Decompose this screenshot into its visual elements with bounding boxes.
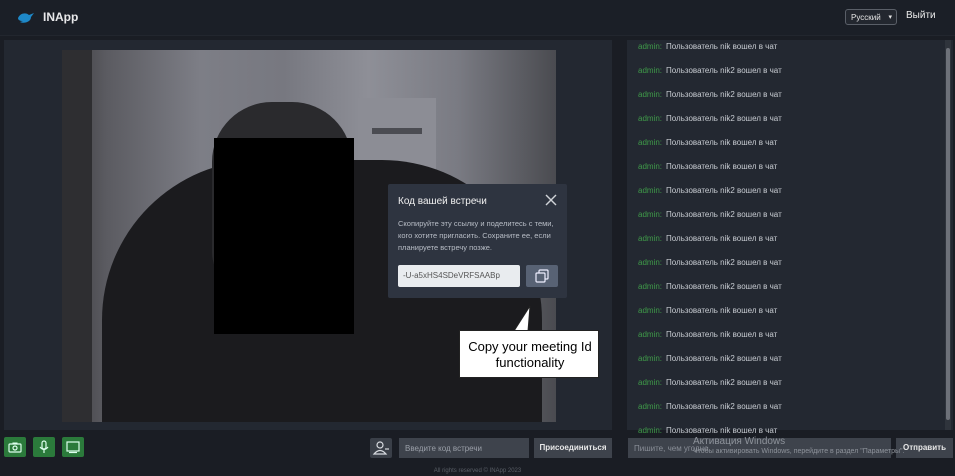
modal-title: Код вашей встречи [398,196,487,207]
chat-message: admin: Пользователь nik вошел в чат [638,138,777,147]
annotation-callout: Copy your meeting Id functionality [459,330,599,378]
chat-message-user: admin: [638,426,663,435]
chat-message-text: Пользователь nik2 вошел в чат [666,210,782,219]
chat-message-user: admin: [638,282,663,291]
bird-logo-icon [18,13,34,23]
user-add-icon [372,441,389,455]
chat-message-user: admin: [638,402,663,411]
camera-toggle-button[interactable] [4,437,26,457]
chat-message-user: admin: [638,306,663,315]
windows-activation-subtitle: Чтобы активировать Windows, перейдите в … [693,448,905,455]
camera-icon [8,442,22,453]
chat-message: admin: Пользователь nik2 вошел в чат [638,258,782,267]
callout-text: Copy your meeting Id functionality [468,339,592,370]
chat-message-user: admin: [638,258,663,267]
chat-message: admin: Пользователь nik вошел в чат [638,426,777,435]
chat-message-user: admin: [638,114,663,123]
chevron-down-icon: ▾ [888,14,892,21]
windows-activation-title: Активация Windows [693,436,786,447]
chat-message-text: Пользователь nik2 вошел в чат [666,66,782,75]
chat-message-text: Пользователь nik вошел в чат [666,138,778,147]
chat-message-text: Пользователь nik вошел в чат [666,330,778,339]
chat-message-user: admin: [638,186,663,195]
callout-pointer [513,305,531,332]
chat-message-text: Пользователь nik2 вошел в чат [666,258,782,267]
chat-message-user: admin: [638,378,663,387]
screen-share-button[interactable] [62,437,84,457]
chat-message-text: Пользователь nik вошел в чат [666,234,778,243]
join-button[interactable]: Присоединиться [534,438,612,458]
meeting-code-field[interactable]: -U-a5xHS4SDeVRFSAABp [398,265,520,287]
chat-message: admin: Пользователь nik вошел в чат [638,330,777,339]
chat-message: admin: Пользователь nik2 вошел в чат [638,378,782,387]
chat-message-text: Пользователь nik2 вошел в чат [666,354,782,363]
chat-message-text: Пользователь nik2 вошел в чат [666,402,782,411]
chat-message-text: Пользователь nik2 вошел в чат [666,282,782,291]
chat-message: admin: Пользователь nik вошел в чат [638,234,777,243]
chat-scrollbar[interactable] [945,40,951,430]
footer-copyright: All rights reserved © INApp 2023 [433,468,522,474]
chat-message-text: Пользователь nik вошел в чат [666,42,778,51]
chat-message: admin: Пользователь nik2 вошел в чат [638,210,782,219]
chat-message: admin: Пользователь nik вошел в чат [638,306,777,315]
chat-scrollbar-thumb[interactable] [946,48,950,420]
copy-icon [535,269,549,283]
chat-message-text: Пользователь nik2 вошел в чат [666,186,782,195]
chat-message-user: admin: [638,138,663,147]
chat-message: admin: Пользователь nik вошел в чат [638,42,777,51]
send-button[interactable]: Отправить [896,438,953,458]
meeting-code-modal: Код вашей встречи Скопируйте эту ссылку … [388,184,567,298]
microphone-toggle-button[interactable] [33,437,55,457]
chat-message: admin: Пользователь nik2 вошел в чат [638,66,782,75]
chat-message-user: admin: [638,354,663,363]
copy-code-button[interactable] [526,265,558,287]
meeting-code-input[interactable] [399,438,529,458]
brand-name: INApp [43,10,79,24]
chat-message-text: Пользователь nik вошел в чат [666,306,778,315]
chat-message: admin: Пользователь nik2 вошел в чат [638,402,782,411]
app-header: INApp Русский ▾ Выйти [0,0,955,36]
chat-message-text: Пользователь nik2 вошел в чат [666,90,782,99]
chat-message-text: Пользователь nik вошел в чат [666,162,778,171]
modal-description: Скопируйте эту ссылку и поделитесь с тем… [398,219,554,252]
chat-message: admin: Пользователь nik вошел в чат [638,162,777,171]
chat-message-user: admin: [638,330,663,339]
chat-panel: admin: Пользователь nik вошел в чат admin:… [627,40,953,435]
chat-message: admin: Пользователь nik2 вошел в чат [638,186,782,195]
chat-message-text: Пользователь nik вошел в чат [666,426,778,435]
microphone-icon [39,440,49,453]
meeting-user-button[interactable] [370,438,392,458]
screen-share-icon [66,441,80,454]
chat-message-user: admin: [638,234,663,243]
chat-message-text: Пользователь nik2 вошел в чат [666,378,782,387]
face-redaction [214,138,354,334]
chat-message: admin: Пользователь nik2 вошел в чат [638,354,782,363]
language-select-value: Русский [851,13,881,22]
logout-link[interactable]: Выйти [906,10,936,21]
chat-message-user: admin: [638,42,663,51]
chat-message-user: admin: [638,90,663,99]
chat-message-user: admin: [638,210,663,219]
chat-message: admin: Пользователь nik2 вошел в чат [638,90,782,99]
video-background-wall [62,50,92,422]
language-select[interactable]: Русский ▾ [845,9,897,25]
close-icon[interactable] [544,193,558,207]
chat-message: admin: Пользователь nik2 вошел в чат [638,114,782,123]
chat-message-text: Пользователь nik2 вошел в чат [666,114,782,123]
chat-message-user: admin: [638,162,663,171]
chat-message: admin: Пользователь nik2 вошел в чат [638,282,782,291]
chat-message-user: admin: [638,66,663,75]
